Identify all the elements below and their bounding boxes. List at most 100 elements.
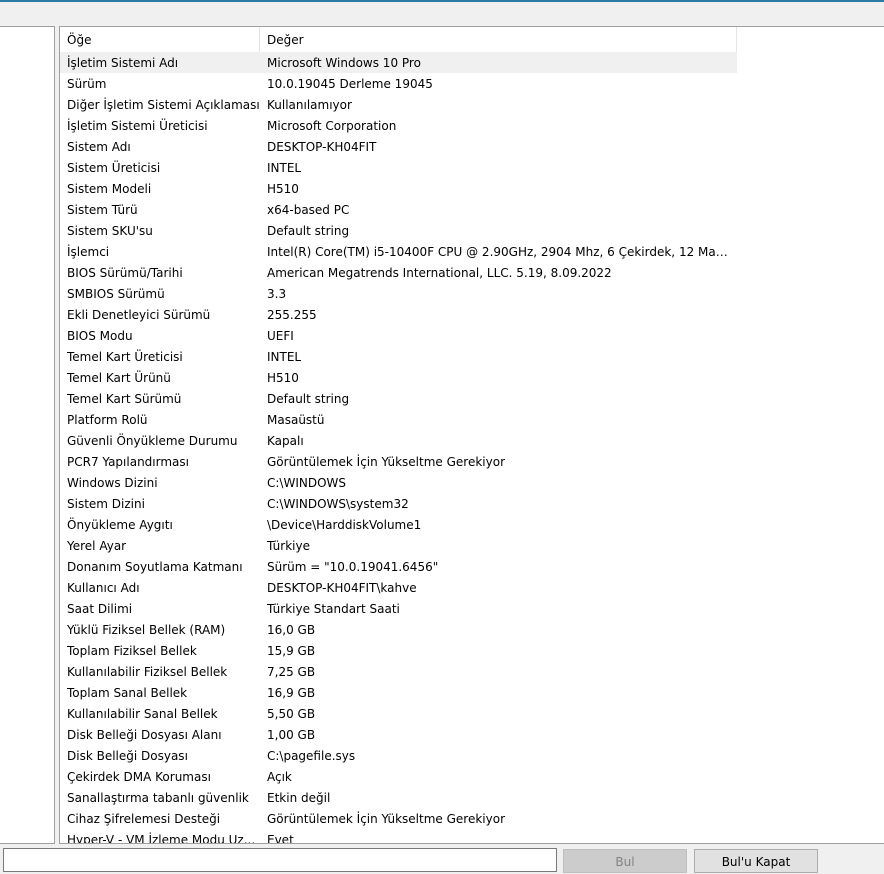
table-row[interactable]: Toplam Fiziksel Bellek 15,9 GB — [60, 640, 737, 661]
row-item: BIOS Modu — [67, 329, 133, 343]
row-value: 255.255 — [267, 308, 317, 322]
row-item: Cihaz Şifrelemesi Desteği — [67, 812, 221, 826]
row-value: 16,0 GB — [267, 623, 316, 637]
table-row[interactable]: Yüklü Fiziksel Bellek (RAM) 16,0 GB — [60, 619, 737, 640]
row-value: Intel(R) Core(TM) i5-10400F CPU @ 2.90GH… — [267, 245, 737, 259]
table-row[interactable]: Hyper-V - VM İzleme Modu Uz... Evet — [60, 829, 737, 844]
row-value: x64-based PC — [267, 203, 350, 217]
table-row[interactable]: Yerel Ayar Türkiye — [60, 535, 737, 556]
row-value: Etkin değil — [267, 791, 331, 805]
list-header: Öğe Değer — [60, 27, 737, 52]
table-row[interactable]: Cihaz Şifrelemesi Desteği Görüntülemek İç… — [60, 808, 737, 829]
table-row[interactable]: PCR7 Yapılandırması Görüntülemek İçin Yük… — [60, 451, 737, 472]
row-value: Kullanılamıyor — [267, 98, 352, 112]
table-row[interactable]: Sistem Modeli H510 — [60, 178, 737, 199]
row-item: Sanallaştırma tabanlı güvenlik — [67, 791, 249, 805]
row-value: 16,9 GB — [267, 686, 316, 700]
table-row[interactable]: Sistem Türü x64-based PC — [60, 199, 737, 220]
row-item: Diğer İşletim Sistemi Açıklaması — [67, 98, 260, 112]
system-summary-list[interactable]: Öğe Değer İşletim Sistemi Adı Microsoft W… — [59, 26, 884, 844]
table-row[interactable]: Sistem SKU'su Default string — [60, 220, 737, 241]
row-item: Kullanılabilir Fiziksel Bellek — [67, 665, 228, 679]
find-bar: Bul Bul'u Kapat — [0, 844, 884, 873]
row-item: Güvenli Önyükleme Durumu — [67, 434, 238, 448]
row-value: Sürüm = "10.0.19041.6456" — [267, 560, 439, 574]
row-value: H510 — [267, 182, 299, 196]
row-item: Sürüm — [67, 77, 107, 91]
table-row[interactable]: Disk Belleği Dosyası Alanı 1,00 GB — [60, 724, 737, 745]
row-value: 3.3 — [267, 287, 287, 301]
table-row[interactable]: Ekli Denetleyici Sürümü 255.255 — [60, 304, 737, 325]
row-item: Önyükleme Aygıtı — [67, 518, 173, 532]
table-row[interactable]: Sistem Üreticisi INTEL — [60, 157, 737, 178]
row-item: Sistem SKU'su — [67, 224, 153, 238]
table-row[interactable]: Platform Rolü Masaüstü — [60, 409, 737, 430]
row-item: İşlemci — [67, 245, 110, 259]
table-row[interactable]: Kullanıcı Adı DESKTOP-KH04FIT\kahve — [60, 577, 737, 598]
table-row[interactable]: Kullanılabilir Fiziksel Bellek 7,25 GB — [60, 661, 737, 682]
category-tree-pane[interactable] — [0, 26, 55, 844]
column-header-value[interactable]: Değer — [260, 27, 737, 52]
table-row[interactable]: İşletim Sistemi Üreticisi Microsoft Corpo… — [60, 115, 737, 136]
table-row[interactable]: Önyükleme Aygıtı \Device\HarddiskVolume1 — [60, 514, 737, 535]
row-value: Açık — [267, 770, 292, 784]
table-row[interactable]: Toplam Sanal Bellek 16,9 GB — [60, 682, 737, 703]
table-row[interactable]: Temel Kart Üreticisi INTEL — [60, 346, 737, 367]
row-value: INTEL — [267, 350, 302, 364]
row-item: SMBIOS Sürümü — [67, 287, 165, 301]
table-row[interactable]: Saat Dilimi Türkiye Standart Saati — [60, 598, 737, 619]
row-item: Yerel Ayar — [67, 539, 127, 553]
row-value: Türkiye — [267, 539, 310, 553]
table-row[interactable]: Sanallaştırma tabanlı güvenlik Etkin deği… — [60, 787, 737, 808]
table-row[interactable]: İşletim Sistemi Adı Microsoft Windows 10 … — [60, 52, 737, 73]
table-row[interactable]: Sürüm 10.0.19045 Derleme 19045 — [60, 73, 737, 94]
row-item: Disk Belleği Dosyası Alanı — [67, 728, 222, 742]
table-row[interactable]: BIOS Sürümü/Tarihi American Megatrends In… — [60, 262, 737, 283]
table-row[interactable]: Sistem Dizini C:\WINDOWS\system32 — [60, 493, 737, 514]
row-item: Toplam Sanal Bellek — [67, 686, 188, 700]
table-row[interactable]: Donanım Soyutlama Katmanı Sürüm = "10.0.1… — [60, 556, 737, 577]
row-value: 5,50 GB — [267, 707, 316, 721]
table-row[interactable]: Windows Dizini C:\WINDOWS — [60, 472, 737, 493]
table-row[interactable]: SMBIOS Sürümü 3.3 — [60, 283, 737, 304]
row-item: Kullanıcı Adı — [67, 581, 140, 595]
table-row[interactable]: Disk Belleği Dosyası C:\pagefile.sys — [60, 745, 737, 766]
row-item: İşletim Sistemi Adı — [67, 56, 179, 70]
table-row[interactable]: Diğer İşletim Sistemi Açıklaması Kullanıl… — [60, 94, 737, 115]
row-item: Yüklü Fiziksel Bellek (RAM) — [67, 623, 226, 637]
row-item: Sistem Dizini — [67, 497, 145, 511]
table-row[interactable]: Kullanılabilir Sanal Bellek 5,50 GB — [60, 703, 737, 724]
table-row[interactable]: Çekirdek DMA Koruması Açık — [60, 766, 737, 787]
row-value: C:\pagefile.sys — [267, 749, 356, 763]
find-input[interactable] — [3, 848, 557, 872]
row-item: Sistem Üreticisi — [67, 161, 161, 175]
row-value: C:\WINDOWS\system32 — [267, 497, 409, 511]
table-row[interactable]: Güvenli Önyükleme Durumu Kapalı — [60, 430, 737, 451]
close-find-button[interactable]: Bul'u Kapat — [694, 849, 818, 873]
row-item: Platform Rolü — [67, 413, 148, 427]
row-item: Sistem Türü — [67, 203, 138, 217]
row-value: H510 — [267, 371, 299, 385]
row-value: 7,25 GB — [267, 665, 316, 679]
row-value: INTEL — [267, 161, 302, 175]
table-row[interactable]: Sistem Adı DESKTOP-KH04FIT — [60, 136, 737, 157]
row-item: Hyper-V - VM İzleme Modu Uz... — [67, 833, 256, 844]
row-value: Default string — [267, 224, 350, 238]
table-row[interactable]: İşlemci Intel(R) Core(TM) i5-10400F CPU @… — [60, 241, 737, 262]
row-item: Çekirdek DMA Koruması — [67, 770, 211, 784]
list-rows: İşletim Sistemi Adı Microsoft Windows 10 … — [60, 52, 737, 844]
row-value: C:\WINDOWS — [267, 476, 347, 490]
row-item: Kullanılabilir Sanal Bellek — [67, 707, 218, 721]
table-row[interactable]: BIOS Modu UEFI — [60, 325, 737, 346]
row-value: 1,00 GB — [267, 728, 316, 742]
column-header-item[interactable]: Öğe — [60, 27, 260, 52]
row-value: 10.0.19045 Derleme 19045 — [267, 77, 433, 91]
table-row[interactable]: Temel Kart Sürümü Default string — [60, 388, 737, 409]
row-value: UEFI — [267, 329, 294, 343]
row-item: PCR7 Yapılandırması — [67, 455, 189, 469]
row-value: Görüntülemek İçin Yükseltme Gerekiyor — [267, 812, 506, 826]
find-button[interactable]: Bul — [563, 849, 687, 873]
table-row[interactable]: Temel Kart Ürünü H510 — [60, 367, 737, 388]
row-item: Sistem Adı — [67, 140, 131, 154]
row-value: DESKTOP-KH04FIT — [267, 140, 377, 154]
